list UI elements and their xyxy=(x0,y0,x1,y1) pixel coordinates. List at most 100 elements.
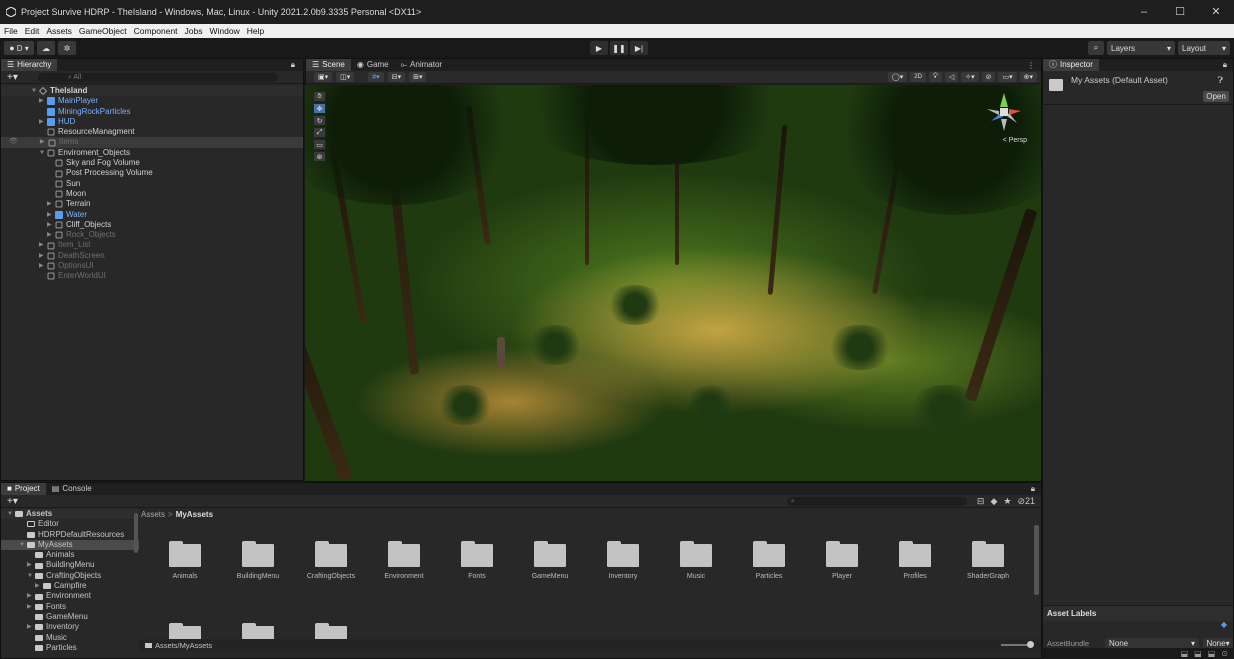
add-button[interactable]: +▾ xyxy=(7,72,18,83)
folder-item[interactable]: ▶ Inventory xyxy=(1,622,139,632)
tab-console[interactable]: ▤ Console xyxy=(46,483,98,495)
audio-toggle[interactable]: ◁ xyxy=(944,72,959,82)
grid-snapping-button[interactable]: #▾ xyxy=(368,72,384,82)
folder-name[interactable]: GameMenu xyxy=(515,573,585,580)
hierarchy-item[interactable]: ▶ Terrain xyxy=(1,199,303,209)
hierarchy-item[interactable]: Post Processing Volume xyxy=(1,168,303,178)
rect-tool[interactable]: ▭ xyxy=(313,139,326,150)
tab-animator[interactable]: ⟜ Animator xyxy=(395,59,448,71)
tab-hierarchy[interactable]: ☰ Hierarchy xyxy=(1,59,58,71)
hierarchy-item[interactable]: Moon xyxy=(1,189,303,199)
folder-icon[interactable] xyxy=(826,541,858,567)
2d-toggle[interactable]: 2D xyxy=(910,72,926,82)
hand-tool[interactable]: ✋︎ xyxy=(313,91,326,102)
expand-arrow-icon[interactable]: ▼ xyxy=(27,571,35,581)
effects-dropdown[interactable]: ✧▾ xyxy=(961,72,979,82)
folder-icon[interactable] xyxy=(899,541,931,567)
hierarchy-item[interactable]: ▶ HUD xyxy=(1,117,303,127)
folder-icon[interactable] xyxy=(315,623,347,639)
folder-icon[interactable] xyxy=(753,541,785,567)
filter-label-icon[interactable]: ◆ xyxy=(990,496,997,507)
account-dropdown[interactable]: ● D ▾ xyxy=(4,41,34,55)
hierarchy-item[interactable]: ▼ Enviroment_Objects xyxy=(1,148,303,158)
assetbundle-dropdown[interactable]: None ▾ xyxy=(1105,638,1199,648)
menu-help[interactable]: Help xyxy=(247,26,264,36)
scale-tool[interactable]: ⤢ xyxy=(313,127,326,138)
layers-dropdown[interactable]: Layers ▾ xyxy=(1107,41,1175,55)
close-button[interactable]: ✕ xyxy=(1198,0,1234,24)
cache-icon[interactable]: ⬓ xyxy=(1208,649,1216,658)
folder-name[interactable]: Music xyxy=(661,573,731,580)
tab-scene[interactable]: ☰ Scene xyxy=(306,59,351,71)
expand-arrow-icon[interactable]: ▶ xyxy=(39,251,47,261)
orientation-gizmo[interactable]: < Persp xyxy=(981,89,1027,151)
folder-item[interactable]: ▶ Campfire xyxy=(1,581,139,591)
hierarchy-item[interactable]: ▶ Cliff_Objects xyxy=(1,220,303,230)
hierarchy-item[interactable]: ▶ Water xyxy=(1,210,303,220)
breadcrumb-current[interactable]: MyAssets xyxy=(176,510,213,519)
camera-dropdown[interactable]: ▭▾ xyxy=(998,72,1017,82)
folder-icon[interactable] xyxy=(169,623,201,639)
menu-assets[interactable]: Assets xyxy=(46,26,72,36)
folder-item[interactable]: Animals xyxy=(1,550,139,560)
variant-dropdown[interactable]: None ▾ xyxy=(1203,638,1233,648)
menu-window[interactable]: Window xyxy=(210,26,240,36)
player-character[interactable] xyxy=(497,337,505,367)
visibility-icon[interactable]: 👁︎ xyxy=(9,137,18,147)
folder-name[interactable]: ShaderGraph xyxy=(953,573,1023,580)
tab-project[interactable]: ■ Project xyxy=(1,483,46,495)
expand-arrow-icon[interactable]: ▼ xyxy=(7,509,15,519)
folder-icon[interactable] xyxy=(169,541,201,567)
progress-icon[interactable]: ⬓ xyxy=(1181,649,1189,658)
expand-arrow-icon[interactable]: ▶ xyxy=(27,591,35,601)
menu-edit[interactable]: Edit xyxy=(25,26,40,36)
expand-arrow-icon[interactable]: ▼ xyxy=(39,148,47,158)
tab-inspector[interactable]: ⓘ Inspector xyxy=(1043,59,1099,71)
add-button[interactable]: +▾ xyxy=(7,496,18,507)
grid-scrollbar[interactable] xyxy=(1034,525,1039,595)
tree-scrollbar[interactable] xyxy=(134,513,138,553)
hierarchy-item[interactable]: ▶ DeathScreen xyxy=(1,251,303,261)
folder-name[interactable]: Inventory xyxy=(588,573,658,580)
folder-item[interactable]: ▼ Assets xyxy=(1,509,139,520)
scene-viewport[interactable]: ✋︎ ✥ ↻ ⤢ ▭ ⊛ < Persp xyxy=(305,85,1041,481)
slider-handle[interactable] xyxy=(1027,641,1034,648)
lock-icon[interactable]: 🔒︎ xyxy=(1031,484,1035,494)
search-button[interactable]: ⌕ xyxy=(1088,41,1104,55)
more-options-icon[interactable]: ⋮ xyxy=(1027,61,1035,70)
folder-name[interactable]: BuildingMenu xyxy=(223,573,293,580)
folder-name[interactable]: CraftingObjects xyxy=(296,573,366,580)
folder-icon[interactable] xyxy=(388,541,420,567)
move-tool[interactable]: ✥ xyxy=(313,103,326,114)
folder-name[interactable]: Profiles xyxy=(880,573,950,580)
folder-icon[interactable] xyxy=(242,623,274,639)
folder-icon[interactable] xyxy=(534,541,566,567)
tag-icon[interactable]: ◆ xyxy=(1221,620,1227,629)
folder-icon[interactable] xyxy=(972,541,1004,567)
play-button[interactable]: ▶ xyxy=(590,41,608,55)
hidden-packages-icon[interactable]: ⊘ xyxy=(1017,496,1025,507)
notification-icon[interactable]: ⊙ xyxy=(1221,649,1228,658)
menu-jobs[interactable]: Jobs xyxy=(185,26,203,36)
folder-name[interactable]: Environment xyxy=(369,573,439,580)
folder-item[interactable]: ▼ MyAssets xyxy=(1,539,139,551)
folder-item[interactable]: ▶ BuildingMenu xyxy=(1,560,139,570)
projection-label[interactable]: < Persp xyxy=(981,137,1027,144)
pause-button[interactable]: ❚❚ xyxy=(610,41,628,55)
minimize-button[interactable]: – xyxy=(1126,0,1162,24)
breadcrumb-root[interactable]: Assets xyxy=(141,510,165,519)
icon-size-slider[interactable] xyxy=(1001,641,1034,648)
gizmos-dropdown[interactable]: ⊕▾ xyxy=(1019,72,1037,82)
tab-game[interactable]: ◉ Game xyxy=(351,59,395,71)
folder-item[interactable]: GameMenu xyxy=(1,612,139,622)
menu-gameobject[interactable]: GameObject xyxy=(79,26,127,36)
hierarchy-item[interactable]: EnterWorldUI xyxy=(1,271,303,281)
folder-icon[interactable] xyxy=(607,541,639,567)
folder-name[interactable]: Particles xyxy=(734,573,804,580)
hierarchy-item[interactable]: ▶ MainPlayer xyxy=(1,96,303,106)
hierarchy-item[interactable]: ▶ Item_List xyxy=(1,240,303,250)
services-button[interactable]: ✲ xyxy=(58,41,76,55)
debug-icon[interactable]: ⬓ xyxy=(1194,649,1202,658)
expand-arrow-icon[interactable]: ▶ xyxy=(39,117,47,127)
hidden-objects-toggle[interactable]: ⊘ xyxy=(981,72,996,82)
